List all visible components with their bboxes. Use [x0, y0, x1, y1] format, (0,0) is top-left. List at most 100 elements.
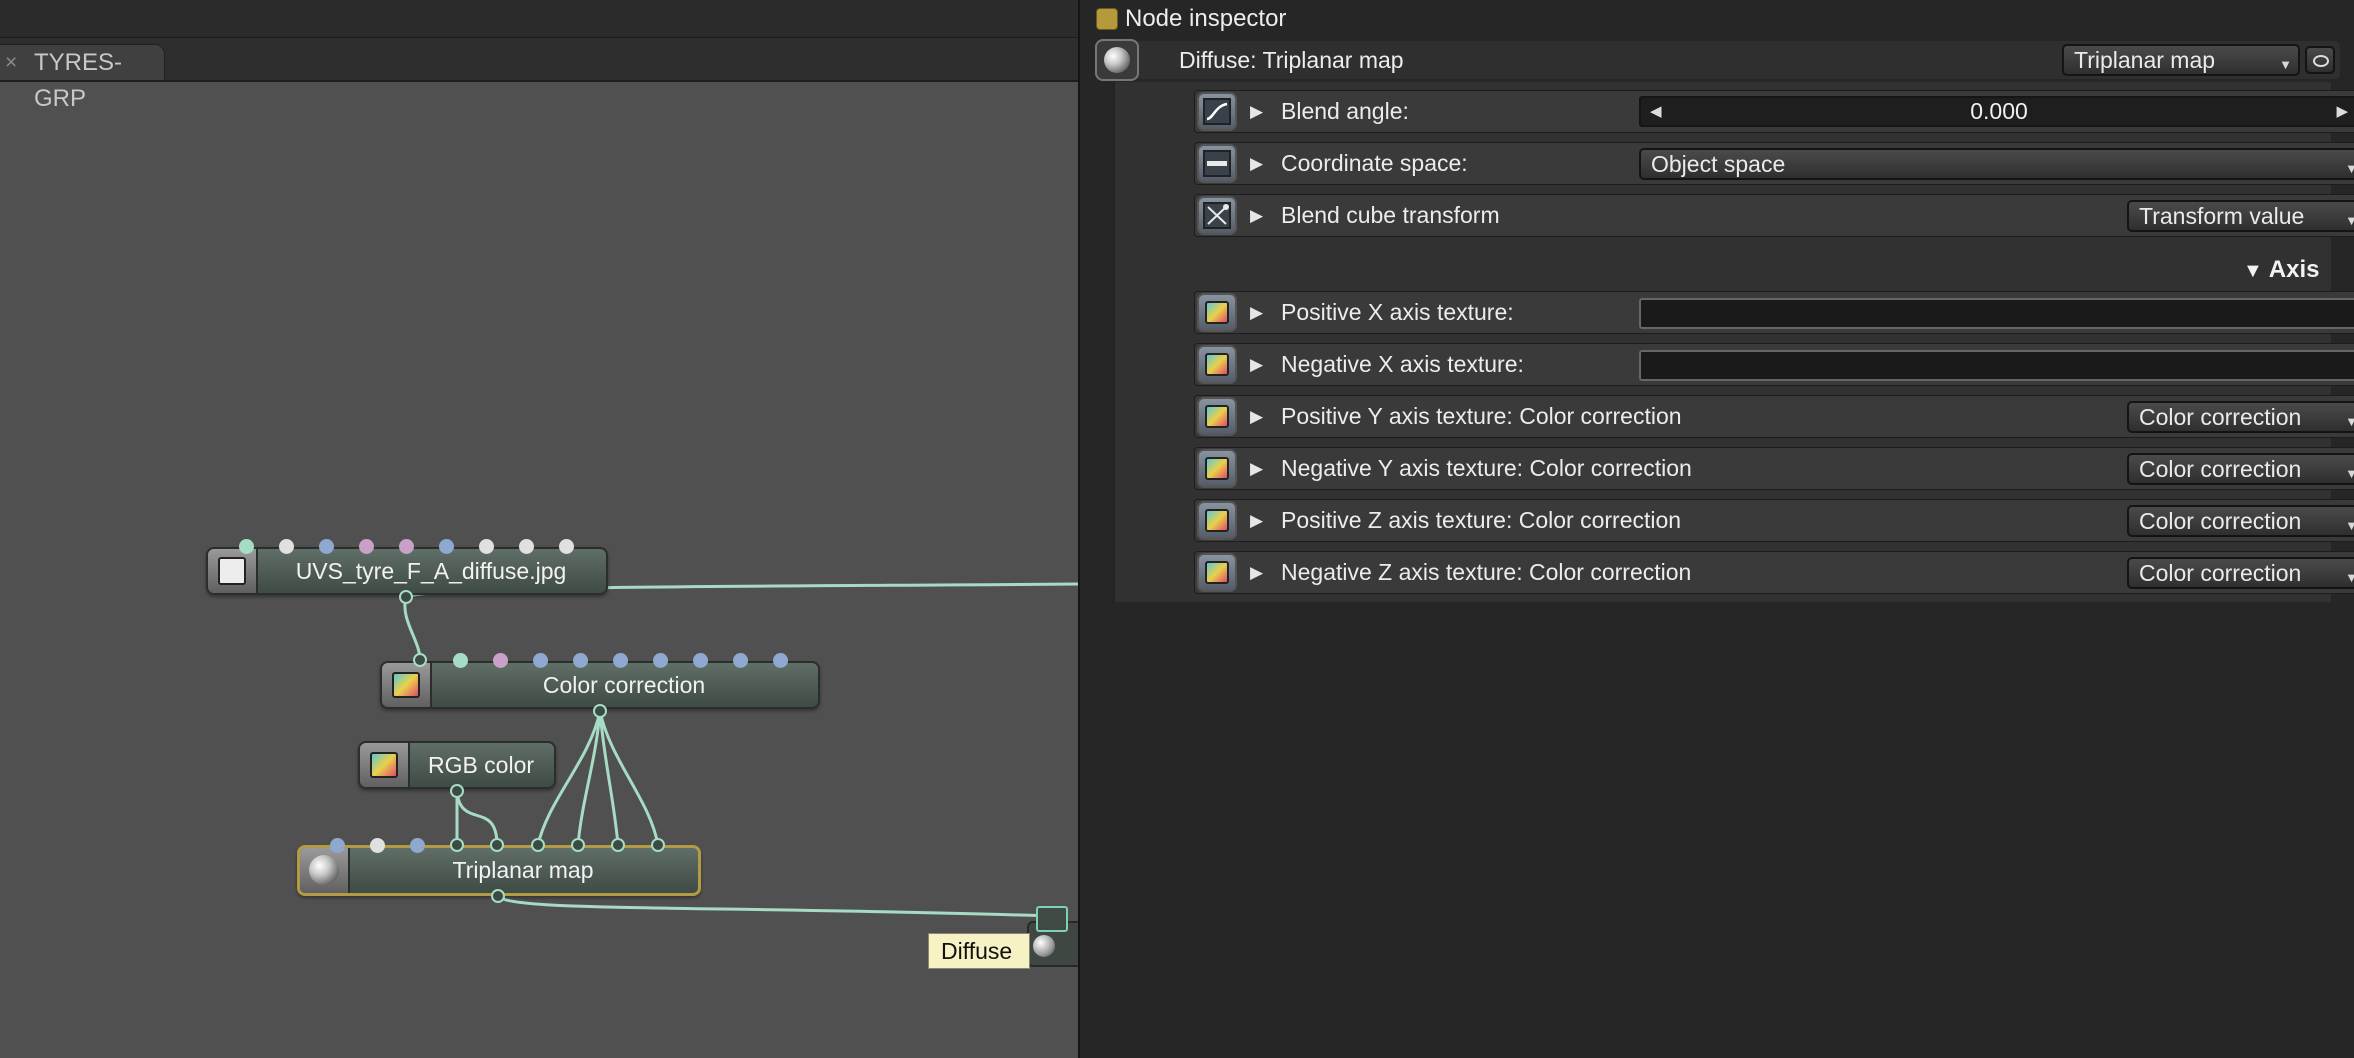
output-pin[interactable] — [491, 889, 505, 903]
input-pin[interactable] — [453, 653, 468, 668]
texture-type-dropdown[interactable]: Color correction ▼ — [2127, 401, 2354, 433]
eye-icon[interactable] — [2305, 46, 2335, 74]
input-pin[interactable] — [370, 838, 385, 853]
node-color-correction[interactable]: Color correction — [380, 661, 820, 709]
texture-icon[interactable] — [1197, 293, 1237, 332]
texture-type-dropdown[interactable]: Color correction ▼ — [2127, 557, 2354, 589]
wire-cc-to-pin4[interactable] — [576, 710, 602, 846]
input-pin[interactable] — [611, 838, 625, 852]
node-type-dropdown[interactable]: Triplanar map ▼ — [2062, 44, 2300, 76]
param-positive-x-axis-texture[interactable]: ▶ Positive X axis texture: — [1194, 291, 2354, 334]
expand-arrow-icon[interactable]: ▶ — [1250, 91, 1263, 132]
param-blend-angle[interactable]: ▶ Blend angle: ◀ 0.000 ▶ — [1194, 90, 2354, 133]
input-pin[interactable] — [651, 838, 665, 852]
inspector-title: Node inspector — [1125, 5, 1287, 32]
param-negative-x-axis-texture[interactable]: ▶ Negative X axis texture: — [1194, 343, 2354, 386]
wire-image-to-colorcorrection[interactable] — [403, 596, 422, 661]
input-pin[interactable] — [319, 539, 334, 554]
transform-icon[interactable] — [1197, 196, 1237, 235]
input-pin[interactable] — [733, 653, 748, 668]
param-label: Coordinate space: — [1281, 150, 1468, 176]
input-pin[interactable] — [559, 539, 574, 554]
texture-type-dropdown[interactable]: Color correction ▼ — [2127, 505, 2354, 537]
input-pin[interactable] — [571, 838, 585, 852]
material-sphere-icon — [1033, 935, 1055, 957]
expand-arrow-icon[interactable]: ▶ — [1250, 448, 1263, 489]
texture-input-field[interactable] — [1639, 350, 2354, 381]
blend-angle-slider[interactable]: ◀ 0.000 ▶ — [1639, 96, 2354, 127]
texture-type-dropdown[interactable]: Color correction ▼ — [2127, 453, 2354, 485]
param-label: Blend cube transform — [1281, 202, 1500, 228]
texture-input-field[interactable] — [1639, 298, 2354, 329]
param-positive-z-axis-texture[interactable]: ▶ Positive Z axis texture: Color correct… — [1194, 499, 2354, 542]
diffuse-input-pin[interactable] — [1036, 906, 1068, 932]
input-pin[interactable] — [573, 653, 588, 668]
input-pin[interactable] — [613, 653, 628, 668]
expand-arrow-icon[interactable]: ▶ — [1250, 292, 1263, 333]
input-pin[interactable] — [531, 838, 545, 852]
wire-triplanar-to-diffuse[interactable] — [496, 894, 1053, 918]
expand-arrow-icon[interactable]: ▶ — [1250, 500, 1263, 541]
input-pin[interactable] — [413, 653, 427, 667]
output-pin[interactable] — [450, 784, 464, 798]
input-pin[interactable] — [479, 539, 494, 554]
chevron-down-icon: ▼ — [2345, 512, 2354, 535]
input-pin[interactable] — [359, 539, 374, 554]
texture-icon[interactable] — [1197, 345, 1237, 384]
param-coordinate-space[interactable]: ▶ Coordinate space: Object space ▼ — [1194, 142, 2354, 185]
output-pin[interactable] — [399, 590, 413, 604]
wire-rgb-to-pin2[interactable] — [455, 790, 499, 846]
input-pin[interactable] — [439, 539, 454, 554]
node-label: Color correction — [542, 672, 706, 698]
input-pin[interactable] — [399, 539, 414, 554]
coordinate-space-dropdown[interactable]: Object space ▼ — [1639, 148, 2354, 180]
wire-cc-to-pin5[interactable] — [598, 710, 620, 846]
input-pin[interactable] — [693, 653, 708, 668]
node-graph-editor[interactable]: × TYRES-GRP UVS_tyre_F_A_diffuse.jpg Col… — [0, 0, 1078, 1058]
input-pin[interactable] — [450, 838, 464, 852]
node-label: UVS_tyre_F_A_diffuse.jpg — [295, 558, 567, 584]
expand-arrow-icon[interactable]: ▶ — [1250, 344, 1263, 385]
output-pin[interactable] — [593, 704, 607, 718]
expand-arrow-icon[interactable]: ▶ — [1250, 143, 1263, 184]
param-label: Negative Z axis texture: Color correctio… — [1281, 559, 1692, 585]
increment-arrow-icon[interactable]: ▶ — [2336, 98, 2348, 125]
input-pin[interactable] — [533, 653, 548, 668]
input-pin[interactable] — [773, 653, 788, 668]
decrement-arrow-icon[interactable]: ◀ — [1650, 98, 1662, 125]
node-image-texture[interactable]: UVS_tyre_F_A_diffuse.jpg — [206, 547, 608, 595]
input-pin[interactable] — [330, 838, 345, 853]
texture-icon[interactable] — [1197, 397, 1237, 436]
dropdown-value: Object space — [1651, 151, 1786, 177]
chevron-down-icon: ▼ — [2345, 564, 2354, 587]
expand-arrow-icon[interactable]: ▶ — [1250, 552, 1263, 593]
input-pin[interactable] — [519, 539, 534, 554]
texture-icon[interactable] — [1197, 553, 1237, 592]
material-sphere-icon[interactable] — [1095, 39, 1139, 81]
enum-icon[interactable] — [1197, 144, 1237, 183]
curve-icon[interactable] — [1197, 92, 1237, 131]
input-pin[interactable] — [279, 539, 294, 554]
param-blend-cube-transform[interactable]: ▶ Blend cube transform Transform value ▼ — [1194, 194, 2354, 237]
expand-arrow-icon[interactable]: ▶ — [1250, 396, 1263, 437]
node-label: Triplanar map — [452, 857, 594, 883]
param-negative-z-axis-texture[interactable]: ▶ Negative Z axis texture: Color correct… — [1194, 551, 2354, 594]
texture-icon[interactable] — [1197, 449, 1237, 488]
input-pin[interactable] — [410, 838, 425, 853]
input-pin[interactable] — [239, 539, 254, 554]
input-pin[interactable] — [490, 838, 504, 852]
expand-arrow-icon[interactable]: ▶ — [1250, 195, 1263, 236]
transform-type-dropdown[interactable]: Transform value ▼ — [2127, 200, 2354, 232]
inspector-node-header: Diffuse: Triplanar map Triplanar map ▼ — [1095, 39, 2340, 81]
collapse-triangle-icon[interactable]: ▼ — [2243, 260, 2263, 282]
input-pin[interactable] — [653, 653, 668, 668]
param-label: Positive X axis texture: — [1281, 299, 1514, 325]
dropdown-value: Color correction — [2139, 508, 2302, 534]
input-pin[interactable] — [493, 653, 508, 668]
chevron-down-icon: ▼ — [2279, 57, 2292, 72]
param-positive-y-axis-texture[interactable]: ▶ Positive Y axis texture: Color correct… — [1194, 395, 2354, 438]
texture-icon[interactable] — [1197, 501, 1237, 540]
chevron-down-icon: ▼ — [2345, 408, 2354, 431]
node-rgb-color[interactable]: RGB color — [358, 741, 556, 789]
param-negative-y-axis-texture[interactable]: ▶ Negative Y axis texture: Color correct… — [1194, 447, 2354, 490]
